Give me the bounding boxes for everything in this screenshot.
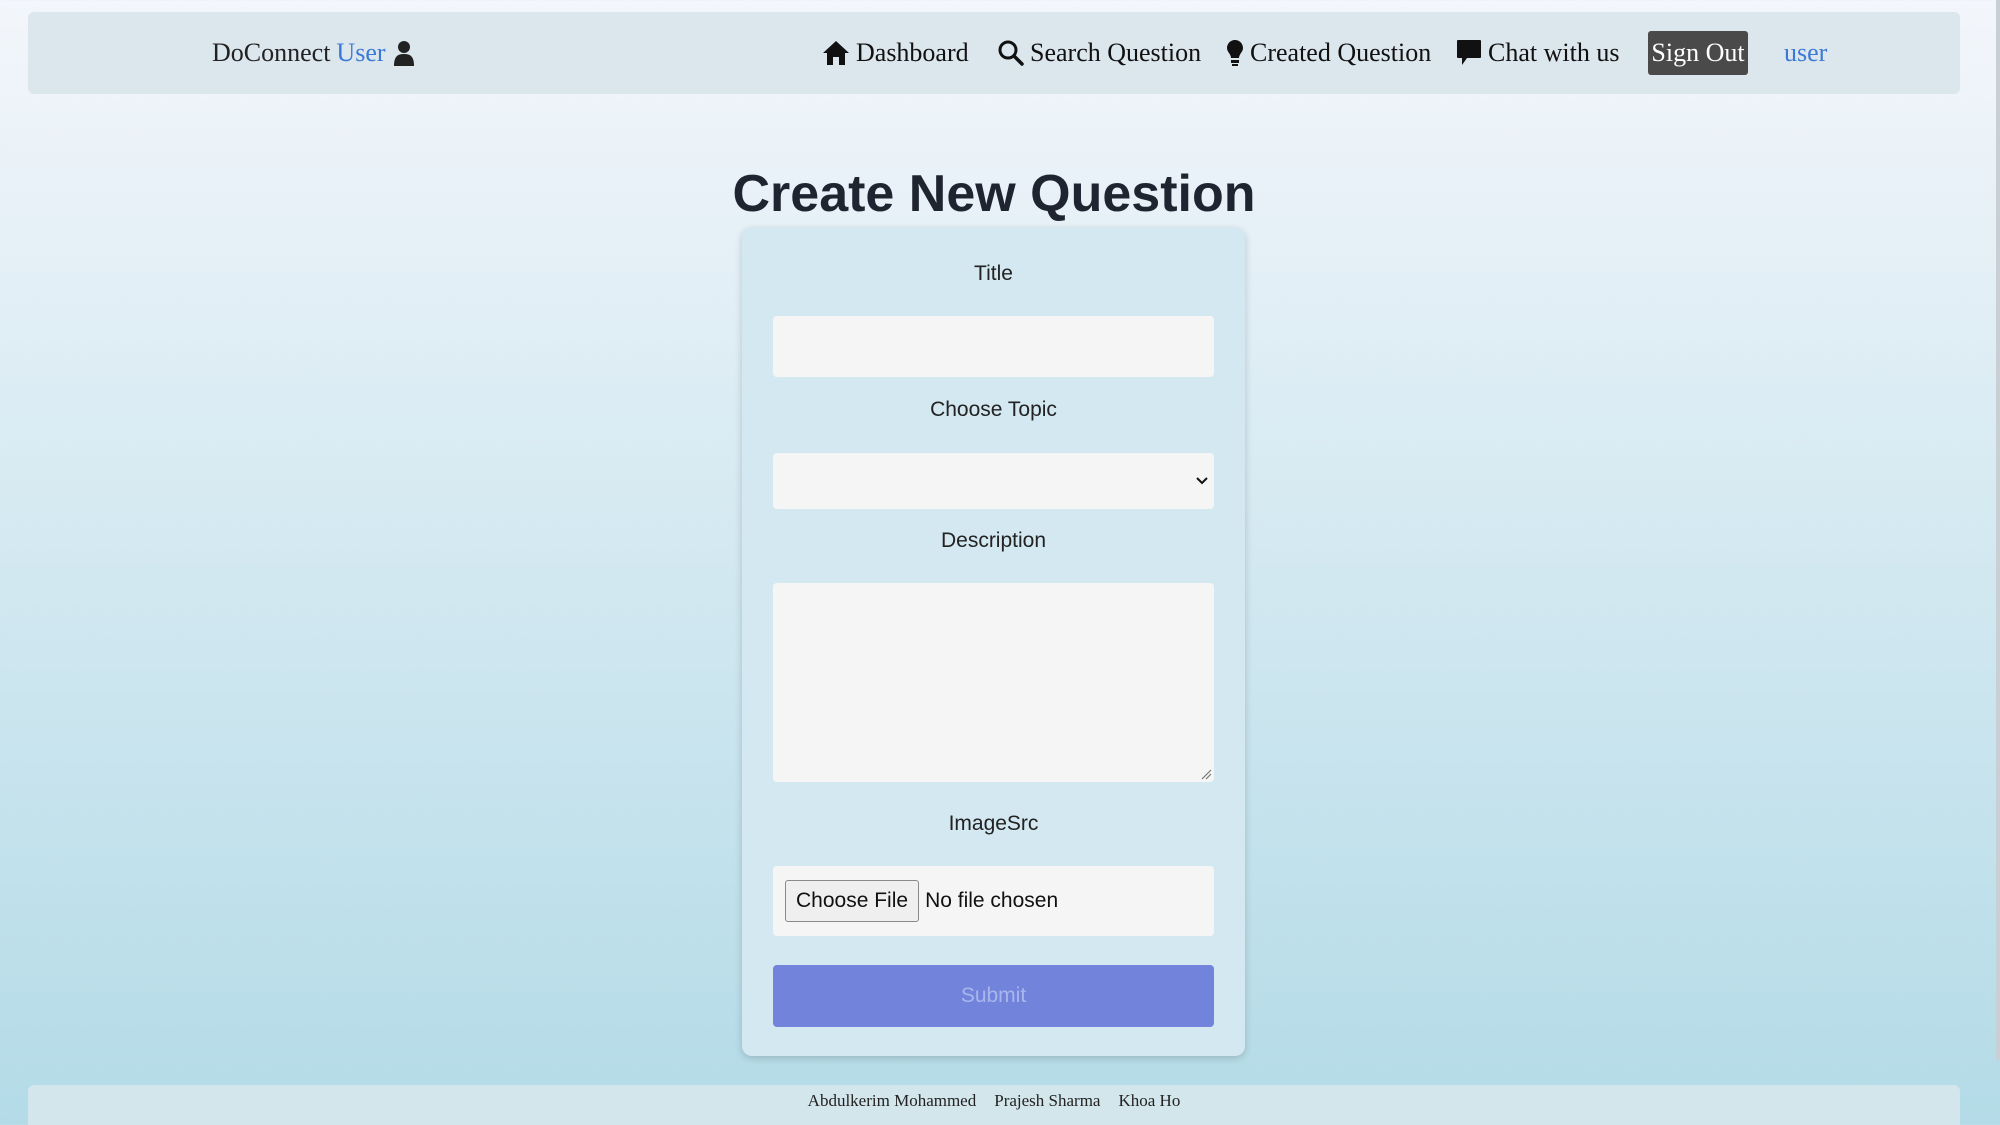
lightbulb-icon [1227, 40, 1243, 66]
brand-role: User [336, 38, 386, 67]
footer: Abdulkerim Mohammed Prajesh Sharma Khoa … [28, 1085, 1960, 1125]
user-icon [393, 40, 414, 66]
chat-icon [1457, 40, 1481, 65]
nav-search-label: Search Question [1030, 38, 1202, 67]
file-status: No file chosen [925, 889, 1059, 912]
footer-author: Abdulkerim Mohammed [807, 1091, 977, 1110]
nav-chat-label: Chat with us [1488, 38, 1620, 67]
title-input[interactable] [773, 316, 1214, 377]
nav-search-question[interactable]: Search Question [998, 12, 1201, 94]
brand-name: DoConnect [212, 38, 331, 67]
nav-created-question[interactable]: Created Question [1226, 12, 1431, 94]
question-form: Title Choose Topic Description ImageSrc … [742, 228, 1245, 1056]
nav-chat[interactable]: Chat with us [1456, 12, 1619, 94]
nav-dashboard[interactable]: Dashboard [822, 12, 969, 94]
scrollbar[interactable] [1996, 0, 2000, 1060]
chevron-down-icon [1196, 477, 1208, 485]
description-textarea[interactable] [773, 583, 1214, 782]
nav-created-label: Created Question [1250, 38, 1432, 67]
page-title: Create New Question [732, 165, 1256, 223]
resize-grip-icon[interactable] [1200, 768, 1212, 780]
description-label: Description [940, 529, 1047, 552]
footer-author: Prajesh Sharma [994, 1091, 1101, 1110]
home-icon [823, 41, 849, 65]
title-label: Title [974, 262, 1013, 285]
brand[interactable]: DoConnect User [212, 12, 414, 94]
username-link[interactable]: user [1784, 12, 1827, 94]
top-navbar: DoConnect User Dashboard Search Question… [28, 12, 1960, 94]
search-icon [998, 40, 1024, 66]
topic-select[interactable] [773, 453, 1214, 509]
image-label: ImageSrc [948, 812, 1039, 835]
choose-file-button[interactable]: Choose File [785, 880, 920, 922]
image-file-input[interactable]: Choose File No file chosen [773, 866, 1214, 936]
topic-label: Choose Topic [930, 398, 1057, 421]
submit-button[interactable]: Submit [773, 965, 1214, 1027]
sign-out-button[interactable]: Sign Out [1648, 31, 1748, 75]
nav-dashboard-label: Dashboard [856, 38, 969, 67]
footer-author: Khoa Ho [1118, 1091, 1181, 1110]
